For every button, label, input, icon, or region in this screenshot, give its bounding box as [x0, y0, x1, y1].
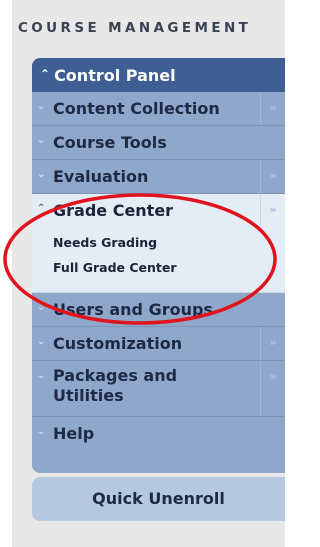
menu-item-label: Content Collection: [53, 99, 220, 118]
chevron-down-icon: ⌄: [37, 101, 46, 112]
menu-item-course-tools[interactable]: ⌄ Course Tools: [32, 126, 285, 160]
submenu-arrow-icon[interactable]: »: [260, 327, 285, 360]
chevron-down-icon: ⌄: [37, 302, 46, 313]
menu-item-packages-and-utilities[interactable]: ⌄ Packages and Utilities »: [32, 361, 285, 417]
submenu-item-needs-grading[interactable]: Needs Grading: [53, 235, 253, 250]
submenu-item-full-grade-center[interactable]: Full Grade Center: [53, 260, 253, 275]
menu-item-label: Evaluation: [53, 167, 149, 186]
submenu-arrow-icon[interactable]: »: [260, 361, 285, 416]
control-panel-label: Control Panel: [54, 65, 176, 85]
chevron-down-icon: ⌄: [37, 336, 46, 347]
menu-item-grade-center[interactable]: ⌃ Grade Center » Needs Grading Full Grad…: [32, 194, 285, 293]
menu-item-label: Users and Groups: [53, 300, 213, 319]
menu-item-customization[interactable]: ⌄ Customization »: [32, 327, 285, 361]
menu-bottom-edge: [32, 451, 285, 473]
submenu-arrow-icon[interactable]: »: [260, 194, 285, 228]
menu-item-label: Help: [53, 424, 95, 443]
submenu-arrow-icon[interactable]: »: [260, 92, 285, 125]
control-panel-menu: ⌄ Content Collection » ⌄ Course Tools ⌄ …: [32, 92, 285, 473]
menu-item-label: Grade Center: [53, 201, 174, 220]
submenu-arrow-icon[interactable]: »: [260, 160, 285, 193]
quick-unenroll-button[interactable]: Quick Unenroll: [32, 477, 285, 521]
control-panel-header[interactable]: ⌃ Control Panel: [32, 58, 285, 92]
menu-item-label: Packages and Utilities: [53, 366, 178, 405]
chevron-down-icon: ⌄: [37, 426, 46, 437]
menu-item-label: Customization: [53, 334, 183, 353]
menu-item-evaluation[interactable]: ⌄ Evaluation »: [32, 160, 285, 194]
chevron-down-icon: ⌄: [37, 135, 46, 146]
menu-item-help[interactable]: ⌄ Help: [32, 417, 285, 451]
chevron-down-icon: ⌄: [37, 370, 46, 381]
chevron-down-icon: ⌄: [37, 169, 46, 180]
chevron-up-icon: ⌃: [40, 67, 51, 81]
menu-item-content-collection[interactable]: ⌄ Content Collection »: [32, 92, 285, 126]
course-management-heading: COURSE MANAGEMENT: [18, 20, 252, 36]
chevron-up-icon: ⌃: [37, 203, 46, 214]
menu-item-users-and-groups[interactable]: ⌄ Users and Groups: [32, 293, 285, 327]
menu-item-label: Course Tools: [53, 133, 167, 152]
